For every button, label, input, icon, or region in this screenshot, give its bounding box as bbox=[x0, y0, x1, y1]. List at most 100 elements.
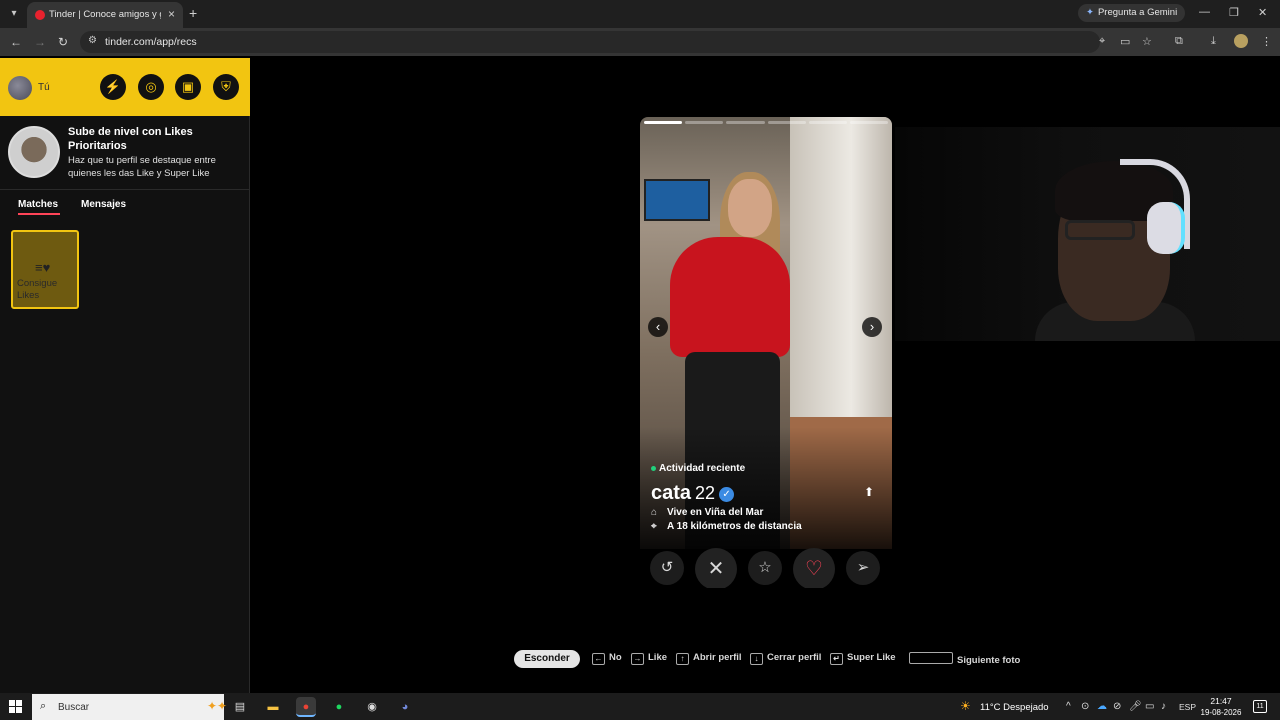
verified-badge-icon: ✓ bbox=[719, 487, 735, 502]
recent-activity: Actividad reciente bbox=[651, 463, 745, 474]
sidebar: Tú ⚡ ◎ ▣ ⛨ Sube de nivel con Likes Prior… bbox=[0, 58, 250, 693]
weather-icon[interactable]: ☀ bbox=[960, 699, 971, 713]
shortcut-close-profile: ↓ Cerrar perfil bbox=[750, 652, 821, 665]
tinder-favicon-icon bbox=[35, 10, 45, 20]
photo-progress-bar[interactable] bbox=[644, 121, 683, 124]
forward-icon[interactable]: → bbox=[34, 35, 46, 49]
chrome-icon[interactable]: ● bbox=[296, 697, 316, 717]
tray-app-icon[interactable]: ⊙ bbox=[1081, 701, 1089, 712]
get-likes-card[interactable]: ≡♥ Consigue Likes bbox=[11, 230, 79, 309]
minimize-icon[interactable]: — bbox=[1199, 6, 1210, 18]
browser-profile-avatar[interactable] bbox=[1234, 34, 1248, 48]
address-bar[interactable]: ⚙ tinder.com/app/recs bbox=[80, 31, 1100, 53]
photo-tv bbox=[644, 179, 710, 221]
windows-start-icon[interactable] bbox=[9, 700, 22, 713]
language-indicator[interactable]: ESP bbox=[1179, 702, 1196, 712]
activity-label: Actividad reciente bbox=[659, 463, 746, 474]
boost-icon[interactable]: ⚡ bbox=[100, 74, 126, 100]
gemini-button[interactable]: ✦ Pregunta a Gemini bbox=[1078, 4, 1186, 22]
super-like-star-icon[interactable]: ☆ bbox=[748, 551, 782, 585]
tab-search-icon[interactable]: ▾ bbox=[6, 6, 22, 22]
action-buttons: ↺ ✕ ☆ ♡ ➢ bbox=[640, 548, 892, 588]
promo-body: Haz que tu perfil se destaque entre quie… bbox=[68, 155, 216, 179]
volume-icon[interactable]: ♪ bbox=[1161, 701, 1166, 712]
home-icon: ⌂ bbox=[651, 507, 658, 518]
site-info-icon[interactable]: ⚙ bbox=[88, 35, 97, 46]
my-avatar[interactable] bbox=[8, 76, 32, 100]
profile-photo[interactable]: ‹ › Actividad reciente cata 22 ✓ ⬆ ⌂ Vive e… bbox=[640, 117, 892, 549]
shortcut-next-photo: Siguiente foto bbox=[909, 652, 1020, 666]
browser-tab-tinder[interactable]: Tinder | Conoce amigos y gente × bbox=[27, 2, 183, 28]
task-view-icon[interactable]: ▤ bbox=[230, 697, 250, 717]
discord-icon[interactable]: ◕ bbox=[395, 697, 415, 717]
webcam-overlay bbox=[895, 127, 1280, 341]
key-down-icon: ↓ bbox=[750, 653, 763, 665]
hide-shortcuts-button[interactable]: Esconder bbox=[514, 650, 580, 668]
file-explorer-icon[interactable]: ▬ bbox=[263, 697, 283, 717]
taskbar-search[interactable]: ⌕ Buscar ✦✦ bbox=[32, 694, 228, 720]
work-briefcase-icon[interactable]: ▣ bbox=[175, 74, 201, 100]
key-space-icon bbox=[909, 652, 953, 664]
extensions-icon[interactable]: ⧉ bbox=[1175, 35, 1183, 48]
key-enter-icon: ↵ bbox=[830, 653, 843, 665]
microphone-icon[interactable]: 🎤︎ bbox=[1129, 701, 1142, 712]
next-photo-icon[interactable]: › bbox=[862, 317, 882, 337]
download-icon[interactable]: ⤓ bbox=[1211, 35, 1216, 48]
restore-icon[interactable]: ❐ bbox=[1229, 6, 1239, 19]
reload-icon[interactable]: ↻ bbox=[58, 35, 68, 49]
cam-headset-earcup bbox=[1147, 202, 1185, 254]
bookmark-star-icon[interactable]: ☆ bbox=[1142, 35, 1152, 48]
search-highlight-icon: ✦✦ bbox=[207, 699, 228, 713]
browser-menu-icon[interactable]: ⋮ bbox=[1261, 35, 1272, 48]
distance-row: ⌖ A 18 kilómetros de distancia bbox=[651, 521, 802, 532]
priority-likes-promo[interactable]: Sube de nivel con Likes Prioritarios Haz… bbox=[0, 116, 250, 190]
previous-photo-icon[interactable]: ‹ bbox=[648, 317, 668, 337]
key-right-icon: → bbox=[631, 653, 644, 665]
window-close-icon[interactable]: ✕ bbox=[1258, 6, 1267, 19]
tray-network-off-icon[interactable]: ⊘ bbox=[1113, 701, 1121, 712]
photo-progress-bar[interactable] bbox=[849, 121, 889, 124]
key-up-icon: ↑ bbox=[676, 653, 689, 665]
my-profile-label[interactable]: Tú bbox=[38, 82, 50, 93]
screen: ▾ Tinder | Conoce amigos y gente × + ✦Pr… bbox=[0, 0, 1280, 720]
promo-title: Sube de nivel con Likes Prioritarios bbox=[68, 126, 193, 152]
spotify-icon[interactable]: ● bbox=[329, 697, 349, 717]
photo-progress-bar[interactable] bbox=[808, 121, 847, 124]
new-tab-icon[interactable]: + bbox=[189, 5, 197, 21]
rewind-icon[interactable]: ↺ bbox=[650, 551, 684, 585]
explore-compass-icon[interactable]: ◎ bbox=[138, 74, 164, 100]
photo-person-head bbox=[728, 179, 772, 237]
cast-icon[interactable]: ▭ bbox=[1120, 35, 1130, 48]
photo-progress-bar[interactable] bbox=[767, 121, 806, 124]
lives-in-row: ⌂ Vive en Viña del Mar bbox=[651, 507, 763, 518]
tab-matches[interactable]: Matches bbox=[18, 199, 58, 210]
photo-progress-bar[interactable] bbox=[685, 121, 724, 124]
photo-person-body bbox=[670, 237, 790, 357]
close-tab-icon[interactable]: × bbox=[168, 7, 175, 21]
photo-progress-bar[interactable] bbox=[726, 121, 765, 124]
clock-date[interactable]: 19-08-2026 bbox=[1199, 708, 1243, 717]
obs-icon[interactable]: ◉ bbox=[362, 697, 382, 717]
open-profile-arrow-icon[interactable]: ⬆ bbox=[864, 485, 874, 499]
send-message-icon[interactable]: ➢ bbox=[846, 551, 880, 585]
browser-toolbar: ← → ↻ ⚙ tinder.com/app/recs ⌖ ▭ ☆ ⧉ ⤓ ⋮ bbox=[0, 28, 1280, 56]
lives-in-text: Vive en Viña del Mar bbox=[667, 507, 764, 518]
notification-icon[interactable]: 11 bbox=[1253, 700, 1267, 713]
gemini-sparkle-icon: ✦ bbox=[1086, 7, 1094, 18]
nope-x-icon[interactable]: ✕ bbox=[695, 548, 737, 588]
location-icon[interactable]: ⌖ bbox=[1099, 35, 1105, 48]
key-left-icon: ← bbox=[592, 653, 605, 665]
like-heart-icon[interactable]: ♡ bbox=[793, 548, 835, 588]
network-icon[interactable]: ▭ bbox=[1145, 701, 1154, 712]
safety-shield-icon[interactable]: ⛨ bbox=[213, 74, 239, 100]
tray-chevron-icon[interactable]: ^ bbox=[1066, 701, 1071, 712]
profile-card[interactable]: ‹ › Actividad reciente cata 22 ✓ ⬆ ⌂ Vive e… bbox=[640, 117, 892, 588]
name-line: cata 22 ✓ bbox=[651, 482, 735, 505]
likes-card-label: Consigue Likes bbox=[17, 278, 58, 301]
clock-time[interactable]: 21:47 bbox=[1208, 696, 1234, 706]
weather-text[interactable]: 11°C Despejado bbox=[980, 702, 1049, 713]
tab-messages[interactable]: Mensajes bbox=[81, 199, 126, 210]
shortcut-super-like-label: Super Like bbox=[847, 652, 896, 663]
back-icon[interactable]: ← bbox=[10, 35, 22, 49]
onedrive-icon[interactable]: ☁ bbox=[1097, 701, 1107, 712]
